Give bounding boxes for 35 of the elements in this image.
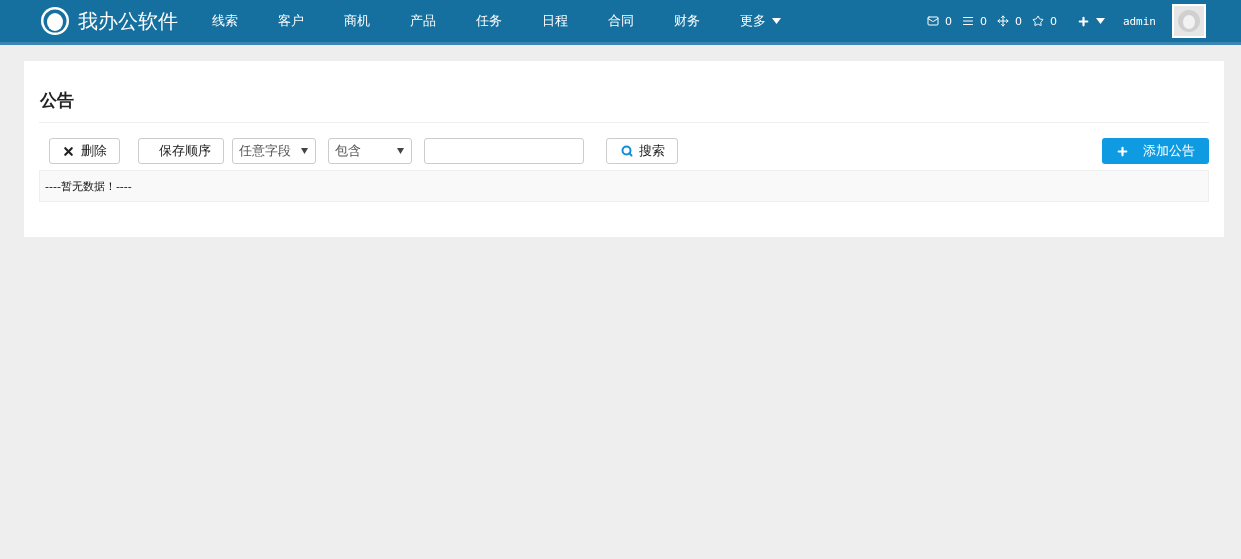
search-button[interactable]: 搜索	[606, 138, 678, 164]
nav-link[interactable]: 产品	[396, 12, 450, 30]
delete-button[interactable]: 删除	[49, 138, 120, 164]
counter: 0	[1014, 14, 1022, 28]
caret-icon	[396, 148, 405, 154]
nav-link[interactable]: 客户	[264, 12, 318, 30]
nav-link[interactable]: 任务	[462, 12, 516, 30]
panel-title: 公告	[39, 89, 1209, 123]
plus-icon[interactable]	[1076, 14, 1090, 28]
nav-link[interactable]: 更多	[726, 12, 795, 30]
plus-icon	[1116, 144, 1129, 158]
nav-link[interactable]: 商机	[330, 12, 384, 30]
star-icon[interactable]	[1031, 15, 1044, 27]
save-order-button[interactable]: 保存顺序	[138, 138, 224, 164]
logo-icon	[40, 6, 70, 36]
add-announcement-button[interactable]: 添加公告	[1102, 138, 1209, 164]
search-field[interactable]	[424, 138, 584, 164]
nav-link[interactable]: 日程	[528, 12, 582, 30]
field-select[interactable]: 任意字段	[232, 138, 316, 164]
operator-select[interactable]: 包含	[328, 138, 412, 164]
user-name[interactable]: admin	[1122, 14, 1156, 28]
brand-name: 我办公软件	[78, 7, 178, 35]
list-icon[interactable]	[961, 15, 974, 27]
close-icon	[62, 144, 75, 158]
search-icon	[621, 145, 633, 157]
mail-icon[interactable]	[926, 15, 939, 27]
nav-link[interactable]: 合同	[594, 12, 648, 30]
empty-message: ----暂无数据！----	[45, 178, 132, 194]
caret-icon[interactable]	[1095, 18, 1105, 24]
counter: 0	[944, 14, 952, 28]
counter: 0	[1049, 14, 1057, 28]
nav-link[interactable]: 线索	[198, 12, 252, 30]
nav-link[interactable]: 财务	[660, 12, 714, 30]
counter: 0	[979, 14, 987, 28]
caret-icon	[300, 148, 309, 154]
